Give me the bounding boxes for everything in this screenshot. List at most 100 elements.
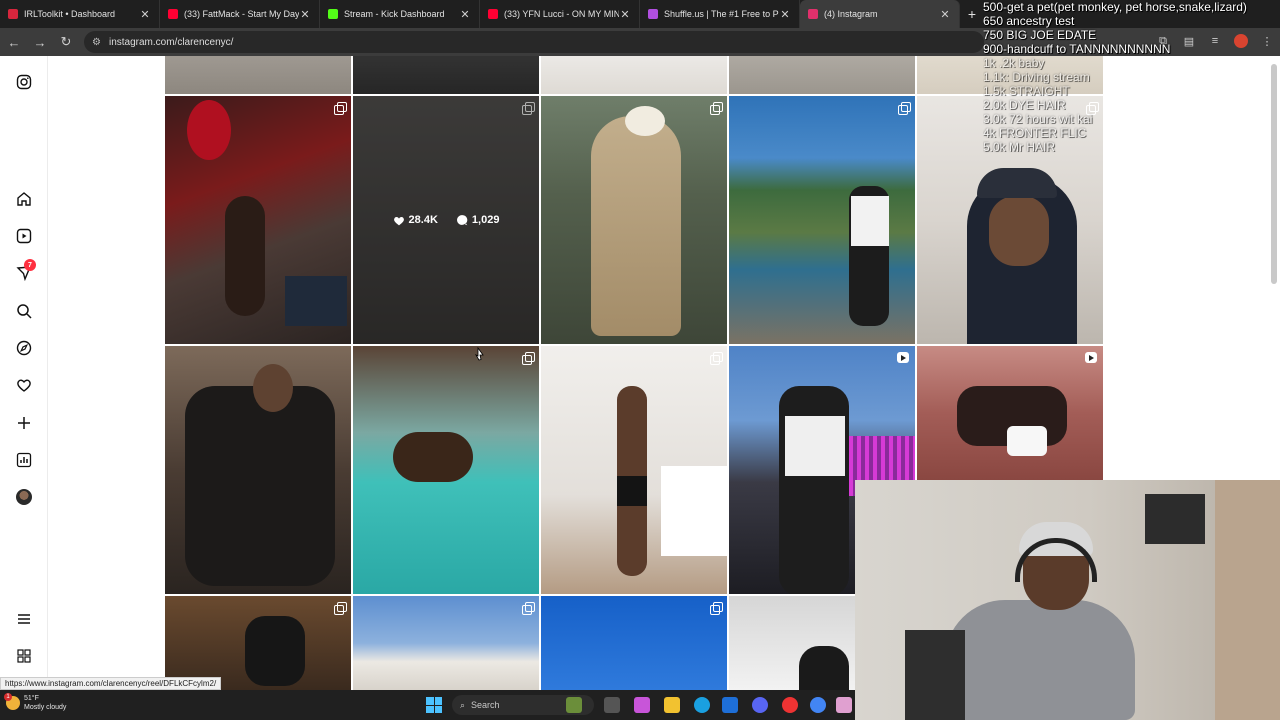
file-explorer-icon[interactable] bbox=[664, 697, 680, 713]
close-icon[interactable]: ✕ bbox=[299, 8, 311, 21]
figure-shape bbox=[185, 386, 335, 586]
mouse-cursor-icon bbox=[475, 347, 484, 361]
screen: IRLToolkit • Dashboard ✕ (33) FattMack -… bbox=[0, 0, 1280, 720]
app-icon[interactable] bbox=[836, 697, 852, 713]
forward-arrow-icon[interactable]: → bbox=[28, 30, 52, 54]
figure-shape bbox=[393, 432, 473, 482]
link-status-bar: https://www.instagram.com/clarencenyc/re… bbox=[0, 677, 222, 690]
post-thumbnail[interactable] bbox=[353, 596, 539, 690]
comments-stat: 1,029 bbox=[456, 214, 499, 226]
tab-label: Shuffle.us | The #1 Free to Play bbox=[664, 9, 779, 19]
back-arrow-icon[interactable]: ← bbox=[2, 30, 26, 54]
goal-line: 5.0k Mr HAIR bbox=[983, 140, 1056, 154]
avatar bbox=[16, 489, 32, 505]
notification-badge: 7 bbox=[24, 259, 36, 271]
post-thumbnail[interactable] bbox=[729, 596, 855, 690]
close-icon[interactable]: ✕ bbox=[139, 8, 151, 21]
weather-cloud-icon: 1 bbox=[4, 693, 20, 710]
carousel-icon bbox=[522, 602, 535, 615]
figure-shape bbox=[799, 646, 849, 690]
more-menu-icon[interactable] bbox=[14, 609, 34, 629]
heart-icon[interactable] bbox=[14, 375, 34, 395]
kick-icon bbox=[328, 9, 338, 19]
tab-shuffle[interactable]: Shuffle.us | The #1 Free to Play ✕ bbox=[640, 0, 800, 28]
post-thumbnail[interactable] bbox=[165, 56, 351, 94]
also-from-meta-icon[interactable] bbox=[14, 646, 34, 666]
post-thumbnail[interactable] bbox=[353, 346, 539, 594]
webcam-overlay bbox=[855, 480, 1280, 720]
post-thumbnail[interactable] bbox=[165, 96, 351, 344]
close-icon[interactable]: ✕ bbox=[619, 8, 631, 21]
youtube-icon bbox=[488, 9, 498, 19]
tab-youtube-fattmack[interactable]: (33) FattMack - Start My Day [C ✕ bbox=[160, 0, 320, 28]
messages-icon[interactable]: 7 bbox=[14, 259, 36, 283]
post-thumbnail-hovered[interactable]: 28.4K 1,029 bbox=[353, 96, 539, 344]
carousel-icon bbox=[710, 352, 723, 365]
post-thumbnail[interactable] bbox=[165, 346, 351, 594]
door-shape bbox=[1215, 480, 1280, 720]
reel-icon bbox=[1085, 352, 1097, 363]
post-thumbnail[interactable] bbox=[729, 56, 915, 94]
carousel-icon bbox=[898, 102, 911, 115]
tab-irltoolkit[interactable]: IRLToolkit • Dashboard ✕ bbox=[0, 0, 160, 28]
site-info-icon[interactable]: ⚙ bbox=[92, 37, 101, 48]
tab-label: IRLToolkit • Dashboard bbox=[24, 9, 116, 19]
goal-line: 900-handcuff to TANNNNNNNNNN bbox=[983, 42, 1171, 56]
figure-shape bbox=[245, 616, 305, 686]
close-icon[interactable]: ✕ bbox=[779, 8, 791, 21]
search-icon: ⌕ bbox=[460, 699, 466, 710]
post-thumbnail[interactable] bbox=[917, 346, 1103, 480]
post-thumbnail[interactable] bbox=[541, 346, 727, 594]
carousel-icon bbox=[334, 602, 347, 615]
comment-filled-icon bbox=[456, 215, 468, 226]
carousel-icon bbox=[710, 102, 723, 115]
profile-avatar-nav[interactable] bbox=[14, 487, 34, 507]
edge-icon[interactable] bbox=[694, 697, 710, 713]
weather-widget[interactable]: 1 51°F Mostly cloudy bbox=[4, 693, 67, 712]
post-thumbnail[interactable] bbox=[541, 596, 727, 690]
new-tab-button[interactable]: + bbox=[960, 0, 984, 28]
goal-line: 4k FRONTER FLIC bbox=[983, 126, 1087, 140]
weather-desc: Mostly cloudy bbox=[24, 704, 67, 711]
reels-icon[interactable] bbox=[14, 226, 34, 246]
tab-kick-dashboard[interactable]: Stream - Kick Dashboard ✕ bbox=[320, 0, 480, 28]
address-bar[interactable]: ⚙ instagram.com/clarencenyc/ bbox=[84, 31, 984, 53]
dashboard-chart-icon[interactable] bbox=[14, 450, 34, 470]
reload-icon[interactable]: ↻ bbox=[54, 30, 78, 54]
home-icon[interactable] bbox=[14, 189, 34, 209]
taskbar-search-placeholder: Search bbox=[471, 700, 500, 710]
instagram-logo-icon[interactable] bbox=[14, 72, 34, 92]
goal-line: 1.5k STRAIGHT bbox=[983, 84, 1070, 98]
create-plus-icon[interactable] bbox=[14, 413, 34, 433]
app-icon[interactable] bbox=[782, 697, 798, 713]
discord-icon[interactable] bbox=[752, 697, 768, 713]
figure-shape bbox=[225, 196, 265, 316]
post-thumbnail[interactable] bbox=[541, 56, 727, 94]
close-icon[interactable]: ✕ bbox=[939, 8, 951, 21]
windows-start-icon[interactable] bbox=[426, 697, 442, 713]
heart-filled-icon bbox=[393, 216, 404, 225]
face-shape bbox=[253, 364, 293, 412]
tab-instagram[interactable]: (4) Instagram ✕ bbox=[800, 0, 960, 28]
copilot-icon[interactable] bbox=[634, 697, 650, 713]
post-thumbnail[interactable] bbox=[729, 96, 915, 344]
post-thumbnail[interactable] bbox=[353, 56, 539, 94]
search-icon[interactable] bbox=[14, 301, 34, 321]
tab-youtube-yfn[interactable]: (33) YFN Lucci - ON MY MIND. ✕ bbox=[480, 0, 640, 28]
post-thumbnail[interactable] bbox=[541, 96, 727, 344]
post-thumbnail[interactable] bbox=[165, 596, 351, 690]
tab-label: (33) YFN Lucci - ON MY MIND. bbox=[504, 9, 619, 19]
shirt-shape bbox=[785, 416, 845, 476]
chair-shape bbox=[905, 630, 965, 720]
close-icon[interactable]: ✕ bbox=[459, 8, 471, 21]
carousel-icon bbox=[710, 602, 723, 615]
irltoolkit-icon bbox=[8, 9, 18, 19]
widgets-icon[interactable] bbox=[566, 697, 582, 713]
store-icon[interactable] bbox=[722, 697, 738, 713]
task-view-icon[interactable] bbox=[604, 697, 620, 713]
chrome-icon[interactable] bbox=[810, 697, 826, 713]
tab-label: Stream - Kick Dashboard bbox=[344, 9, 445, 19]
explore-icon[interactable] bbox=[14, 338, 34, 358]
hoodie-shape bbox=[945, 600, 1135, 720]
goal-line: 750 BIG JOE EDATE bbox=[983, 28, 1097, 42]
